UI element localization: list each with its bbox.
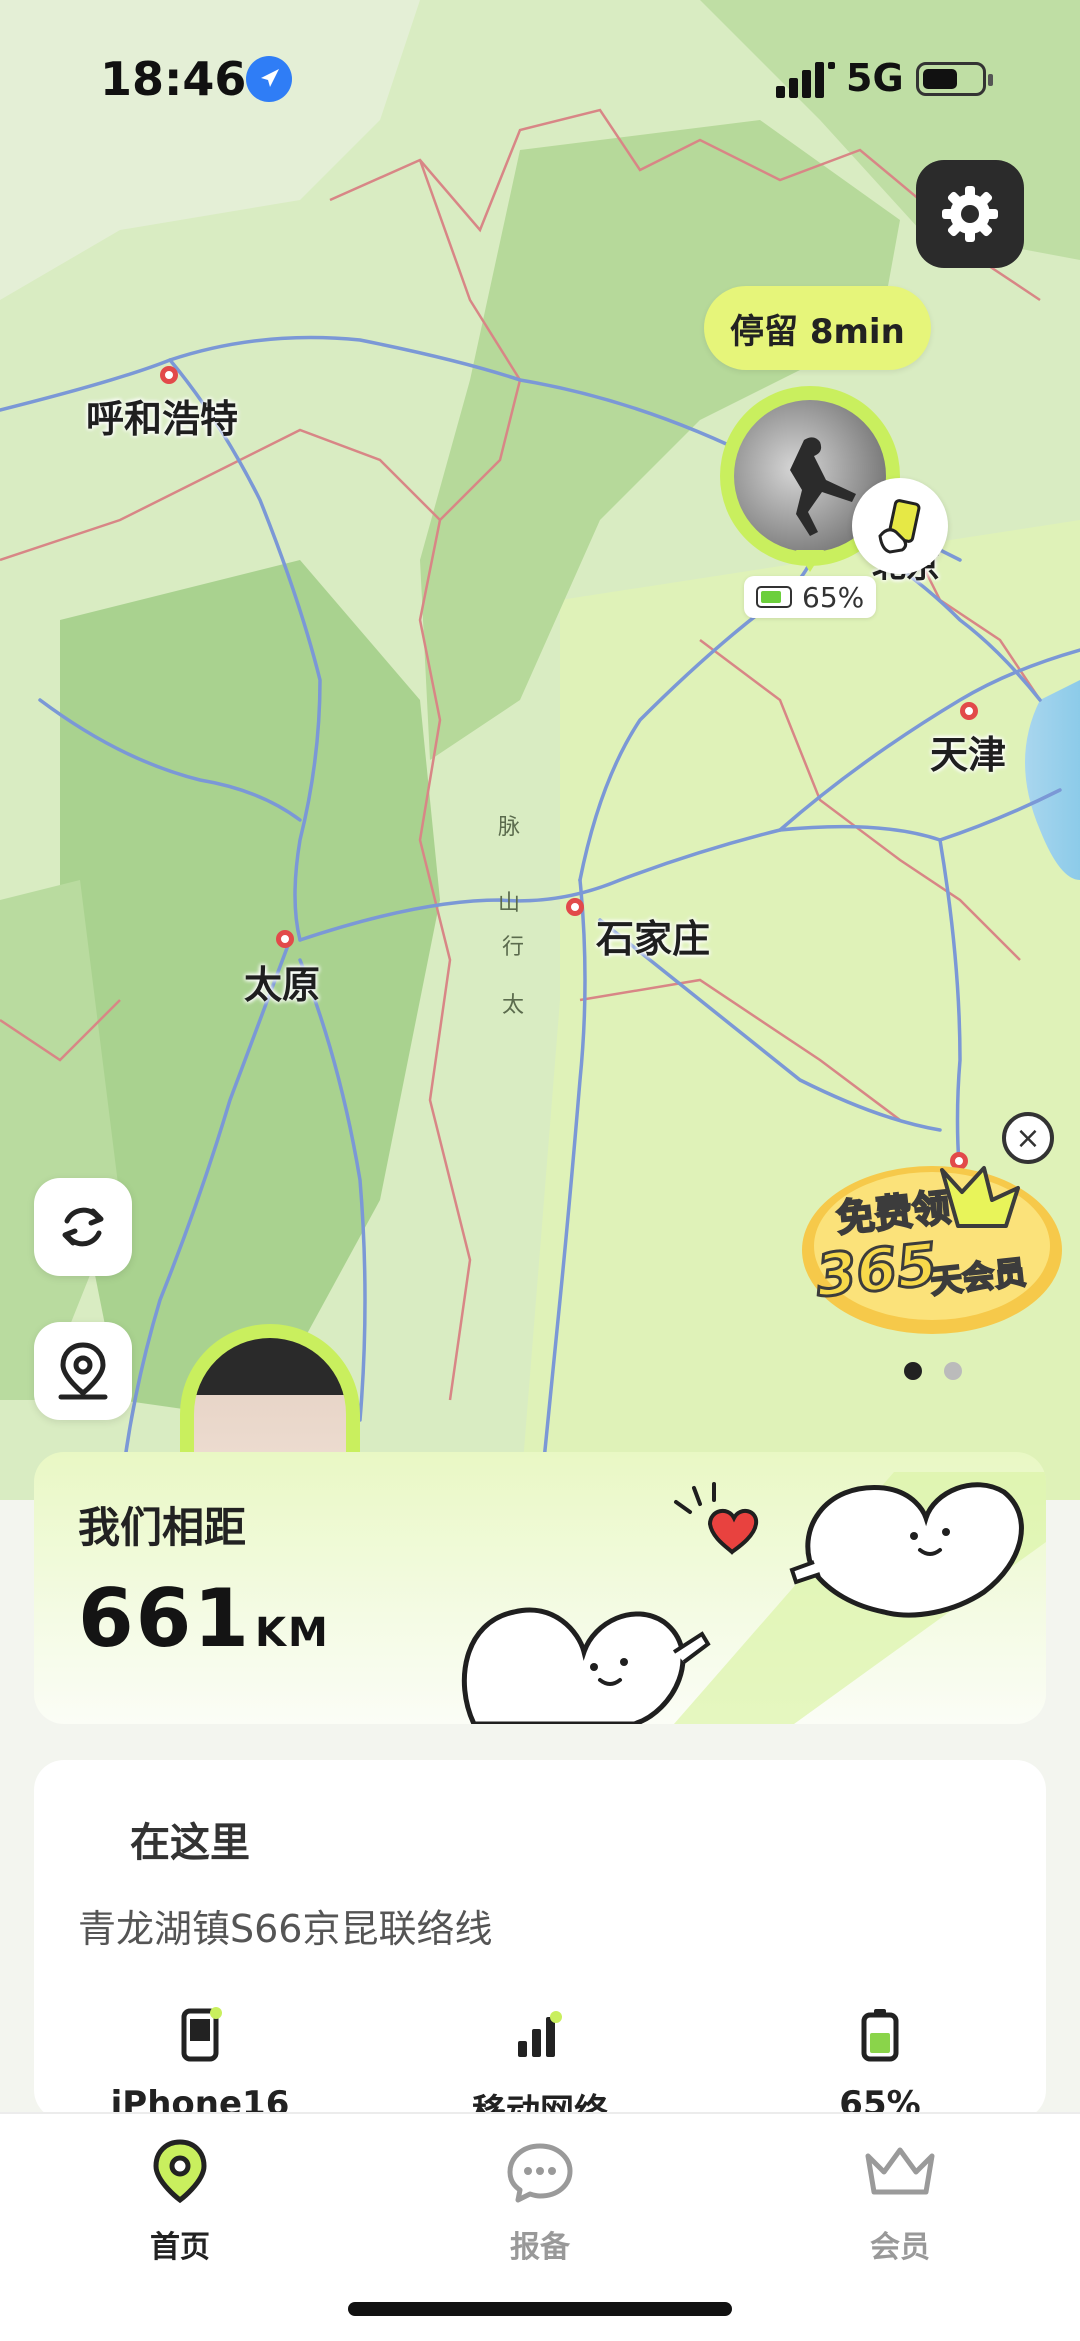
distance-card: 我们相距 661 KM	[34, 1452, 1046, 1724]
status-time: 18:46	[100, 52, 247, 106]
distance-value-row: 661 KM	[78, 1572, 330, 1665]
gear-icon	[942, 186, 998, 242]
device-stat: iPhone16	[70, 2000, 330, 2124]
city-label-shijiazhuang[interactable]: 石家庄	[596, 908, 710, 963]
partner-battery-badge: 65%	[744, 576, 877, 618]
battery-icon	[916, 62, 993, 96]
mountain-char: 太	[501, 993, 524, 1018]
battery-icon	[756, 586, 792, 608]
page-dot-active	[904, 1362, 922, 1380]
location-pin-icon	[153, 2139, 207, 2204]
promo-line-2[interactable]: 365	[811, 1228, 942, 1311]
tab-report-label: 报备	[510, 2230, 570, 2265]
distance-unit: KM	[255, 1610, 330, 1656]
location-services-icon	[246, 56, 292, 102]
phone-icon	[181, 2007, 222, 2062]
mountain-char: 行	[501, 935, 524, 960]
home-indicator[interactable]	[348, 2302, 732, 2316]
city-label-hohhot[interactable]: 呼和浩特	[86, 388, 238, 443]
tab-membership[interactable]: 会员	[800, 2132, 1000, 2266]
chat-icon	[507, 2143, 573, 2203]
cellular-signal-icon	[776, 62, 835, 98]
city-label-tianjin[interactable]: 天津	[930, 724, 1006, 779]
phone-in-use-badge	[852, 478, 948, 574]
network-type: 5G	[846, 56, 904, 100]
promo-close-button[interactable]: ×	[1002, 1112, 1054, 1164]
tab-report[interactable]: 报备	[440, 2132, 640, 2266]
refresh-icon	[62, 1207, 104, 1247]
city-label-taiyuan[interactable]: 太原	[244, 954, 320, 1009]
mountain-char: 山	[497, 891, 520, 916]
partner-battery-value: 65%	[802, 580, 865, 614]
city-marker	[566, 898, 584, 916]
mountain-label: 脉 山	[496, 810, 522, 922]
stay-duration-badge: 停留 8min	[704, 286, 931, 370]
location-pin-icon	[58, 1342, 108, 1400]
location-title: 在这里	[130, 1820, 250, 1866]
page-dot	[944, 1362, 962, 1380]
location-address: 青龙湖镇S66京昆联络线	[78, 1907, 493, 1951]
battery-stat: 65%	[750, 2000, 1010, 2124]
status-bar: 18:46 5G	[0, 0, 1080, 150]
tab-membership-label: 会员	[870, 2230, 930, 2265]
tab-home[interactable]: 首页	[80, 2132, 280, 2266]
phone-hand-icon	[878, 499, 921, 554]
city-marker	[160, 366, 178, 384]
mountain-char: 脉	[497, 815, 520, 840]
mountain-label-lower: 行 太	[500, 930, 526, 1024]
location-card: 在这里 青龙湖镇S66京昆联络线 iPhone16 移动网络	[34, 1760, 1046, 2132]
refresh-button[interactable]	[34, 1178, 132, 1276]
locate-me-button[interactable]	[34, 1322, 132, 1420]
page-indicator	[904, 1362, 962, 1380]
tab-home-label: 首页	[150, 2230, 210, 2265]
battery-icon	[861, 2009, 899, 2062]
settings-button[interactable]	[916, 160, 1024, 268]
signal-icon	[518, 2011, 562, 2057]
crown-icon	[865, 2147, 935, 2195]
city-marker	[960, 702, 978, 720]
distance-title: 我们相距	[78, 1503, 247, 1552]
distance-value: 661	[78, 1572, 251, 1665]
city-marker	[276, 930, 294, 948]
